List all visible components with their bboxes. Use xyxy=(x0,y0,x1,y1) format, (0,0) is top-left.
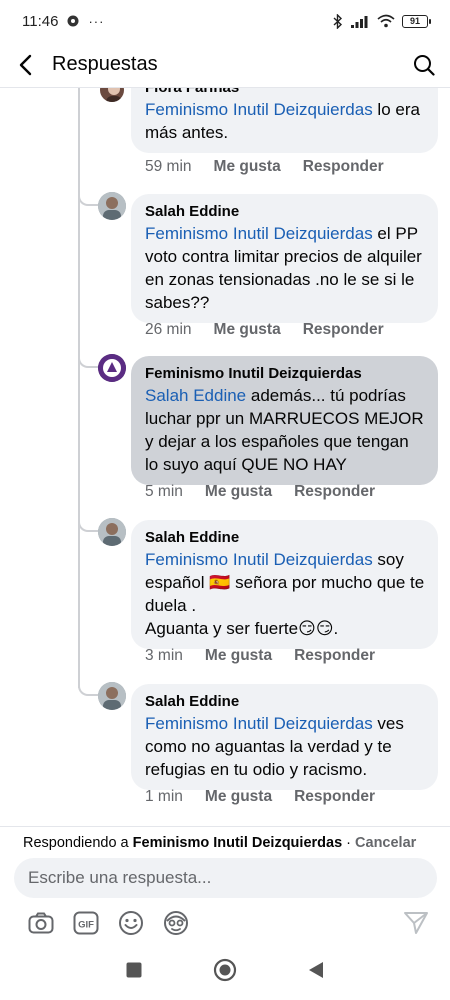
avatar[interactable] xyxy=(98,192,126,220)
bluetooth-icon xyxy=(333,13,343,29)
signal-icon xyxy=(351,15,368,28)
reply-button[interactable]: Responder xyxy=(294,483,375,501)
comment-bubble[interactable]: Salah Eddine Feminismo Inutil Deizquierd… xyxy=(131,520,438,649)
home-button[interactable] xyxy=(213,958,237,987)
comment-author[interactable]: Salah Eddine xyxy=(145,692,425,712)
comment-actions: 3 min Me gusta Responder xyxy=(145,647,375,665)
reply-button[interactable]: Responder xyxy=(303,158,384,176)
comment-timestamp[interactable]: 5 min xyxy=(145,483,183,501)
page-title: Respuestas xyxy=(52,53,158,75)
comment-mention[interactable]: Feminismo Inutil Deizquierdas xyxy=(145,550,373,569)
smiley-icon xyxy=(118,911,143,935)
app-header: Respuestas xyxy=(0,42,450,88)
replying-separator: · xyxy=(342,835,356,851)
cancel-reply-button[interactable]: Cancelar xyxy=(355,835,416,851)
reply-input[interactable] xyxy=(14,858,437,898)
recents-button[interactable] xyxy=(125,961,143,984)
gif-button[interactable]: GIF xyxy=(63,907,108,939)
comment-actions: 59 min Me gusta Responder xyxy=(145,158,384,176)
comment-bubble[interactable]: Salah Eddine Feminismo Inutil Deizquierd… xyxy=(131,684,438,790)
camera-icon xyxy=(28,912,53,934)
comment-timestamp[interactable]: 3 min xyxy=(145,647,183,665)
battery-icon: 91 xyxy=(402,14,431,28)
comment-author[interactable]: Feminismo Inutil Deizquierdas xyxy=(145,364,425,384)
composer-toolbar: GIF xyxy=(18,907,438,939)
thread-connector xyxy=(78,516,100,532)
comment-actions: 26 min Me gusta Responder xyxy=(145,321,384,339)
status-time: 11:46 xyxy=(22,12,59,30)
like-button[interactable]: Me gusta xyxy=(214,158,281,176)
comment-actions: 1 min Me gusta Responder xyxy=(145,788,375,806)
replying-prefix: Respondiendo a xyxy=(23,835,133,851)
replying-to-banner: Respondiendo a Feminismo Inutil Deizquie… xyxy=(23,835,416,851)
comment-mention[interactable]: Feminismo Inutil Deizquierdas xyxy=(145,100,373,119)
reply-button[interactable]: Responder xyxy=(294,647,375,665)
avatar[interactable] xyxy=(98,518,126,546)
avatar-sticker-icon xyxy=(163,911,188,935)
reply-button[interactable]: Responder xyxy=(303,321,384,339)
comment-timestamp[interactable]: 26 min xyxy=(145,321,192,339)
search-icon xyxy=(414,54,435,76)
search-button[interactable] xyxy=(398,42,450,88)
comment-mention[interactable]: Feminismo Inutil Deizquierdas xyxy=(145,224,373,243)
system-nav-bar xyxy=(0,944,450,1000)
home-circle-icon xyxy=(213,958,237,981)
reply-button[interactable]: Responder xyxy=(294,788,375,806)
avatar[interactable] xyxy=(98,88,126,104)
comment-bubble[interactable]: Salah Eddine Feminismo Inutil Deizquierd… xyxy=(131,194,438,323)
thread-line xyxy=(78,88,80,688)
comment-timestamp[interactable]: 1 min xyxy=(145,788,183,806)
comment-thread: Flora Fariñas Feminismo Inutil Deizquier… xyxy=(0,88,450,826)
gif-label: GIF xyxy=(78,920,94,931)
reply-composer: Respondiendo a Feminismo Inutil Deizquie… xyxy=(0,826,450,944)
comment-actions: 5 min Me gusta Responder xyxy=(145,483,375,501)
comment-text-line: Aguanta y ser fuerte😏😏. xyxy=(145,619,339,638)
replying-target: Feminismo Inutil Deizquierdas xyxy=(132,835,343,851)
back-arrow-icon xyxy=(19,54,32,75)
like-button[interactable]: Me gusta xyxy=(205,483,272,501)
comment-bubble[interactable]: Flora Fariñas Feminismo Inutil Deizquier… xyxy=(131,88,438,153)
thread-connector xyxy=(78,680,100,696)
avatar[interactable] xyxy=(98,682,126,710)
avatar-sticker-button[interactable] xyxy=(153,907,198,939)
notification-icon xyxy=(67,15,79,27)
send-icon xyxy=(403,912,428,934)
emoji-button[interactable] xyxy=(108,907,153,939)
back-nav-button[interactable] xyxy=(307,960,325,985)
camera-button[interactable] xyxy=(18,907,63,939)
avatar[interactable] xyxy=(98,354,126,382)
back-button[interactable] xyxy=(0,42,52,88)
comment-author[interactable]: Salah Eddine xyxy=(145,528,425,548)
gif-icon: GIF xyxy=(73,911,98,935)
like-button[interactable]: Me gusta xyxy=(205,647,272,665)
square-icon xyxy=(126,962,142,977)
comment-bubble-highlighted[interactable]: Feminismo Inutil Deizquierdas Salah Eddi… xyxy=(131,356,438,485)
thread-connector xyxy=(78,190,100,206)
send-button[interactable] xyxy=(393,907,438,939)
wifi-icon xyxy=(377,14,395,28)
like-button[interactable]: Me gusta xyxy=(205,788,272,806)
status-more-icon: ··· xyxy=(88,13,105,29)
like-button[interactable]: Me gusta xyxy=(214,321,281,339)
comment-mention[interactable]: Salah Eddine xyxy=(145,386,246,405)
comment-author[interactable]: Salah Eddine xyxy=(145,202,425,222)
thread-connector xyxy=(78,352,100,368)
comment-mention[interactable]: Feminismo Inutil Deizquierdas xyxy=(145,714,373,733)
comment-author[interactable]: Flora Fariñas xyxy=(145,88,425,98)
comment-timestamp[interactable]: 59 min xyxy=(145,158,192,176)
triangle-back-icon xyxy=(309,961,323,978)
status-bar: 11:46 ··· 91 xyxy=(0,0,450,42)
